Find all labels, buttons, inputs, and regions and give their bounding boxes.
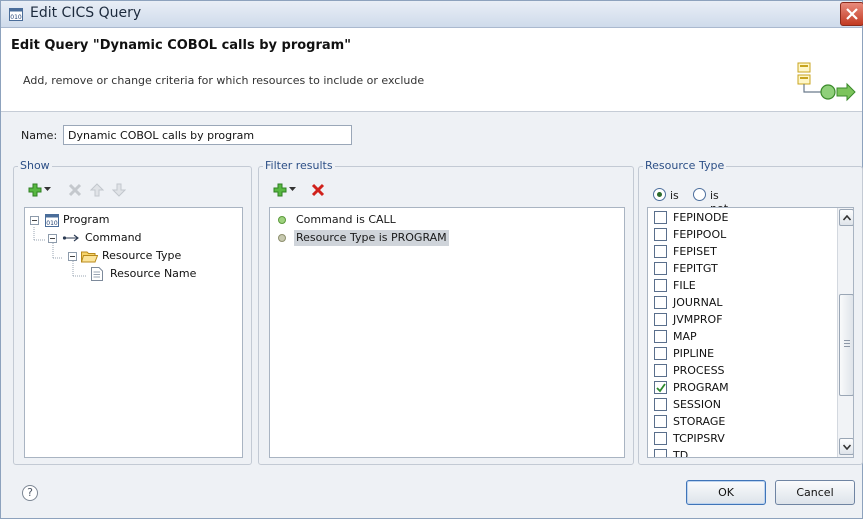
filter-item-label: Command is CALL: [296, 213, 396, 226]
add-icon[interactable]: [273, 183, 287, 197]
show-tree[interactable]: 010 Program Command Resource Type Resour…: [24, 207, 243, 458]
checkbox[interactable]: [654, 313, 667, 326]
tree-node-label: Resource Type: [102, 249, 182, 262]
filter-status-icon: [278, 216, 286, 224]
help-icon[interactable]: ?: [22, 485, 38, 501]
move-down-icon-disabled: [112, 183, 126, 197]
collapse-toggle[interactable]: [30, 216, 39, 225]
checkbox[interactable]: [654, 415, 667, 428]
checkbox[interactable]: [654, 347, 667, 360]
list-item-label: JOURNAL: [673, 296, 723, 309]
resource-type-legend: Resource Type: [643, 159, 727, 172]
close-button[interactable]: [840, 2, 863, 26]
cancel-button[interactable]: Cancel: [775, 480, 855, 505]
tree-node-command[interactable]: Command: [47, 230, 227, 246]
list-item-label: PIPLINE: [673, 347, 715, 360]
filter-results-group: Filter results Command is CALL Resource …: [258, 159, 634, 465]
dialog-heading: Edit Query "Dynamic COBOL calls by progr…: [11, 38, 351, 53]
collapse-toggle[interactable]: [68, 252, 77, 261]
tree-node-resource-type[interactable]: Resource Type: [67, 248, 237, 264]
dialog-description: Add, remove or change criteria for which…: [23, 74, 425, 87]
list-item-label: FEPIPOOL: [673, 228, 727, 241]
vertical-scrollbar[interactable]: [837, 208, 853, 457]
checkbox[interactable]: [654, 330, 667, 343]
add-dropdown-icon[interactable]: [44, 186, 51, 192]
list-item-label: SESSION: [673, 398, 722, 411]
tree-node-label: Command: [85, 231, 142, 244]
add-icon[interactable]: [28, 183, 42, 197]
checkbox[interactable]: [654, 279, 667, 292]
list-item-label: TCPIPSRV: [673, 432, 725, 445]
list-item-label: FILE: [673, 279, 696, 292]
query-wizard-banner-icon: [797, 62, 856, 102]
checkbox[interactable]: [654, 296, 667, 309]
resource-type-list[interactable]: FEPINODE FEPIPOOL FEPISET FEPITGT FILE J…: [647, 207, 854, 458]
folder-icon: [81, 251, 98, 263]
tree-node-resource-name[interactable]: Resource Name: [91, 266, 241, 282]
scrollbar-grip: [844, 346, 850, 347]
list-item-label: FEPISET: [673, 245, 717, 258]
radio-is-not[interactable]: [693, 188, 706, 201]
scroll-down-button[interactable]: [839, 438, 853, 455]
filter-legend: Filter results: [263, 159, 335, 172]
delete-icon-disabled: [68, 183, 82, 197]
add-dropdown-icon[interactable]: [289, 186, 296, 192]
filter-item[interactable]: Command is CALL: [278, 212, 478, 228]
chevron-up-icon: [843, 215, 851, 221]
list-item-label: JVMPROF: [673, 313, 723, 326]
close-icon: [846, 8, 858, 20]
name-input[interactable]: [63, 125, 352, 145]
tree-node-label: Resource Name: [110, 267, 197, 280]
checkmark-icon: [656, 383, 666, 393]
checkbox[interactable]: [654, 245, 667, 258]
filter-item-label: Resource Type is PROGRAM: [294, 230, 449, 246]
radio-is-label[interactable]: is: [670, 189, 679, 202]
delete-icon[interactable]: [311, 183, 325, 197]
document-icon: [91, 267, 103, 281]
list-item-label: FEPITGT: [673, 262, 718, 275]
name-label: Name:: [21, 129, 58, 142]
window-title: Edit CICS Query: [30, 5, 142, 21]
cics-query-icon: 010: [9, 8, 23, 21]
show-group: Show 010 Program Command Resource Type R…: [13, 159, 252, 465]
resource-type-group: Resource Type is is not FEPINODE FEPIPOO…: [638, 159, 863, 465]
scrollbar-thumb[interactable]: [839, 294, 853, 396]
filter-item-selected[interactable]: Resource Type is PROGRAM: [278, 230, 478, 246]
checkbox-checked[interactable]: [654, 381, 667, 394]
ok-button[interactable]: OK: [686, 480, 766, 505]
list-item-label: PROGRAM: [673, 381, 729, 394]
program-binary-icon: 010: [45, 214, 59, 227]
tree-node-program[interactable]: 010 Program: [29, 212, 229, 228]
tree-node-label: Program: [63, 213, 110, 226]
checkbox[interactable]: [654, 432, 667, 445]
arrow-connector-icon: [62, 234, 79, 242]
scrollbar-grip: [844, 340, 850, 341]
list-item-label: MAP: [673, 330, 697, 343]
checkbox[interactable]: [654, 364, 667, 377]
filter-results-list[interactable]: Command is CALL Resource Type is PROGRAM: [269, 207, 625, 458]
edit-cics-query-dialog: 010 Edit CICS Query Edit Query "Dynamic …: [0, 0, 863, 519]
list-item-label: FEPINODE: [673, 211, 729, 224]
svg-text:010: 010: [46, 220, 58, 227]
dialog-header: Edit Query "Dynamic COBOL calls by progr…: [1, 28, 862, 112]
list-item-label: PROCESS: [673, 364, 725, 377]
checkbox[interactable]: [654, 211, 667, 224]
radio-is[interactable]: [653, 188, 666, 201]
show-legend: Show: [18, 159, 52, 172]
scroll-up-button[interactable]: [839, 209, 853, 226]
checkbox[interactable]: [654, 449, 667, 457]
svg-text:010: 010: [10, 14, 22, 21]
collapse-toggle[interactable]: [48, 234, 57, 243]
filter-status-icon: [278, 234, 286, 242]
checkbox[interactable]: [654, 262, 667, 275]
list-item-label: TD: [673, 449, 689, 458]
checkbox[interactable]: [654, 398, 667, 411]
list-item-label: STORAGE: [673, 415, 726, 428]
chevron-down-icon: [843, 444, 851, 450]
scrollbar-grip: [844, 343, 850, 344]
move-up-icon-disabled: [90, 183, 104, 197]
checkbox[interactable]: [654, 228, 667, 241]
title-bar: 010 Edit CICS Query: [1, 1, 863, 28]
